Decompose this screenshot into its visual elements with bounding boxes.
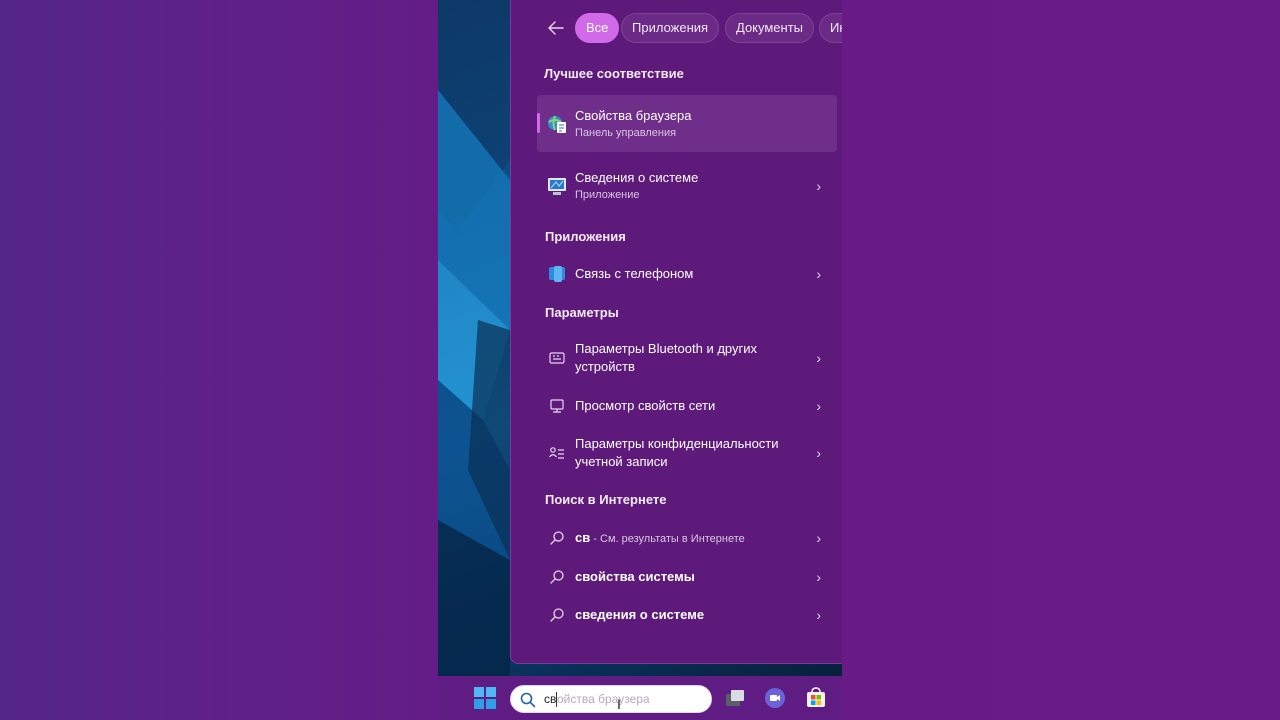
- section-web: Поиск в Интернете: [545, 492, 667, 507]
- text-cursor-icon: I: [617, 696, 621, 712]
- windows-start-icon[interactable]: [474, 687, 496, 709]
- chevron-right-icon[interactable]: ›: [816, 530, 821, 546]
- best-match-subtitle: Панель управления: [575, 126, 677, 139]
- system-info-icon: [546, 175, 568, 197]
- best-match-title: Свойства браузера: [575, 107, 692, 123]
- search-icon: [546, 604, 568, 626]
- taskbar: св ойства браузера: [438, 676, 842, 720]
- chip-documents[interactable]: Документы: [725, 13, 815, 43]
- taskbar-search-box[interactable]: св ойства браузера: [510, 685, 712, 713]
- chevron-right-icon[interactable]: ›: [816, 445, 821, 461]
- phone-link-icon: [546, 263, 568, 285]
- web-query: сведения о системе: [575, 607, 705, 622]
- chevron-right-icon[interactable]: ›: [816, 569, 821, 585]
- screen: Все Приложения Документы Ин Лучшее соотв…: [438, 0, 842, 720]
- background-left: [0, 0, 438, 720]
- section-best-match: Лучшее соответствие: [544, 66, 684, 81]
- network-icon: [546, 395, 568, 417]
- web-query: свойства системы: [575, 569, 695, 584]
- section-apps: Приложения: [545, 229, 626, 244]
- system-info-title: Сведения о системе: [575, 170, 699, 185]
- search-icon: [546, 527, 568, 549]
- filter-bar: Все Приложения Документы Ин: [511, 12, 842, 44]
- chevron-right-icon[interactable]: ›: [816, 607, 821, 623]
- devices-icon: [546, 347, 568, 369]
- search-results-panel: Все Приложения Документы Ин Лучшее соотв…: [510, 0, 842, 664]
- search-icon: [520, 692, 536, 708]
- chip-more[interactable]: Ин: [819, 13, 842, 43]
- settings-item-privacy[interactable]: Параметры конфиденциальности учетной зап…: [537, 430, 837, 476]
- store-icon[interactable]: [804, 686, 828, 710]
- settings-item-title: Параметры конфиденциальности учетной зап…: [575, 436, 779, 469]
- chevron-right-icon[interactable]: ›: [816, 266, 821, 282]
- back-button[interactable]: [545, 18, 567, 38]
- web-search-item[interactable]: сведения о системе ›: [537, 597, 837, 633]
- account-privacy-icon: [546, 442, 568, 464]
- system-info-subtitle: Приложение: [575, 189, 640, 201]
- system-info-item[interactable]: Сведения о системе Приложение ›: [537, 160, 837, 212]
- web-search-item[interactable]: свойства системы ›: [537, 559, 837, 595]
- settings-item-network[interactable]: Просмотр свойств сети ›: [537, 388, 837, 424]
- task-view-icon[interactable]: [723, 686, 747, 710]
- search-typed-text: св: [544, 692, 557, 706]
- chevron-right-icon[interactable]: ›: [816, 350, 821, 366]
- search-icon: [546, 566, 568, 588]
- app-item-title: Связь с телефоном: [575, 266, 694, 281]
- chat-icon[interactable]: [763, 686, 787, 710]
- app-item-phone-link[interactable]: Связь с телефоном ›: [537, 256, 837, 292]
- chevron-right-icon[interactable]: ›: [816, 398, 821, 414]
- arrow-left-icon: [548, 21, 564, 35]
- search-suggestion-text: ойства браузера: [557, 692, 650, 706]
- chevron-right-icon[interactable]: ›: [816, 178, 821, 194]
- web-search-item[interactable]: св - См. результаты в Интернете ›: [537, 520, 837, 556]
- web-query: св: [575, 529, 591, 545]
- settings-item-title: Просмотр свойств сети: [575, 398, 716, 413]
- web-query-suffix: - См. результаты в Интернете: [590, 532, 745, 545]
- settings-item-title: Параметры Bluetooth и других устройств: [575, 341, 757, 374]
- chip-apps[interactable]: Приложения: [621, 13, 720, 43]
- settings-item-bluetooth[interactable]: Параметры Bluetooth и других устройств ›: [537, 335, 837, 381]
- internet-options-icon: [546, 113, 568, 135]
- section-settings: Параметры: [545, 305, 619, 320]
- chip-all[interactable]: Все: [575, 13, 620, 43]
- background-right: [842, 0, 1280, 720]
- best-match-item[interactable]: Свойства браузера Панель управления: [537, 95, 837, 152]
- selection-accent: [537, 113, 540, 133]
